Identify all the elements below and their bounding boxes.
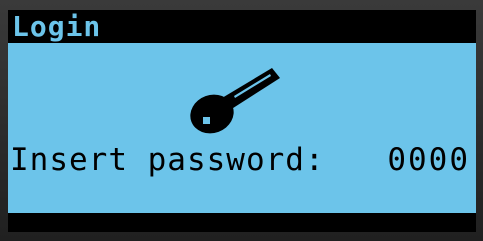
page-title: Login — [12, 10, 102, 43]
password-prompt-label: Insert password: — [10, 142, 325, 178]
title-bar: Login — [8, 10, 476, 43]
password-prompt-row: Insert password: 0000 — [8, 140, 476, 180]
key-icon — [186, 62, 286, 142]
device-frame: Login Insert password: 0000 — [0, 0, 483, 241]
footer-bar — [8, 213, 476, 232]
lcd-screen: Login Insert password: 0000 — [8, 10, 476, 232]
password-field[interactable]: 0000 — [387, 140, 470, 180]
